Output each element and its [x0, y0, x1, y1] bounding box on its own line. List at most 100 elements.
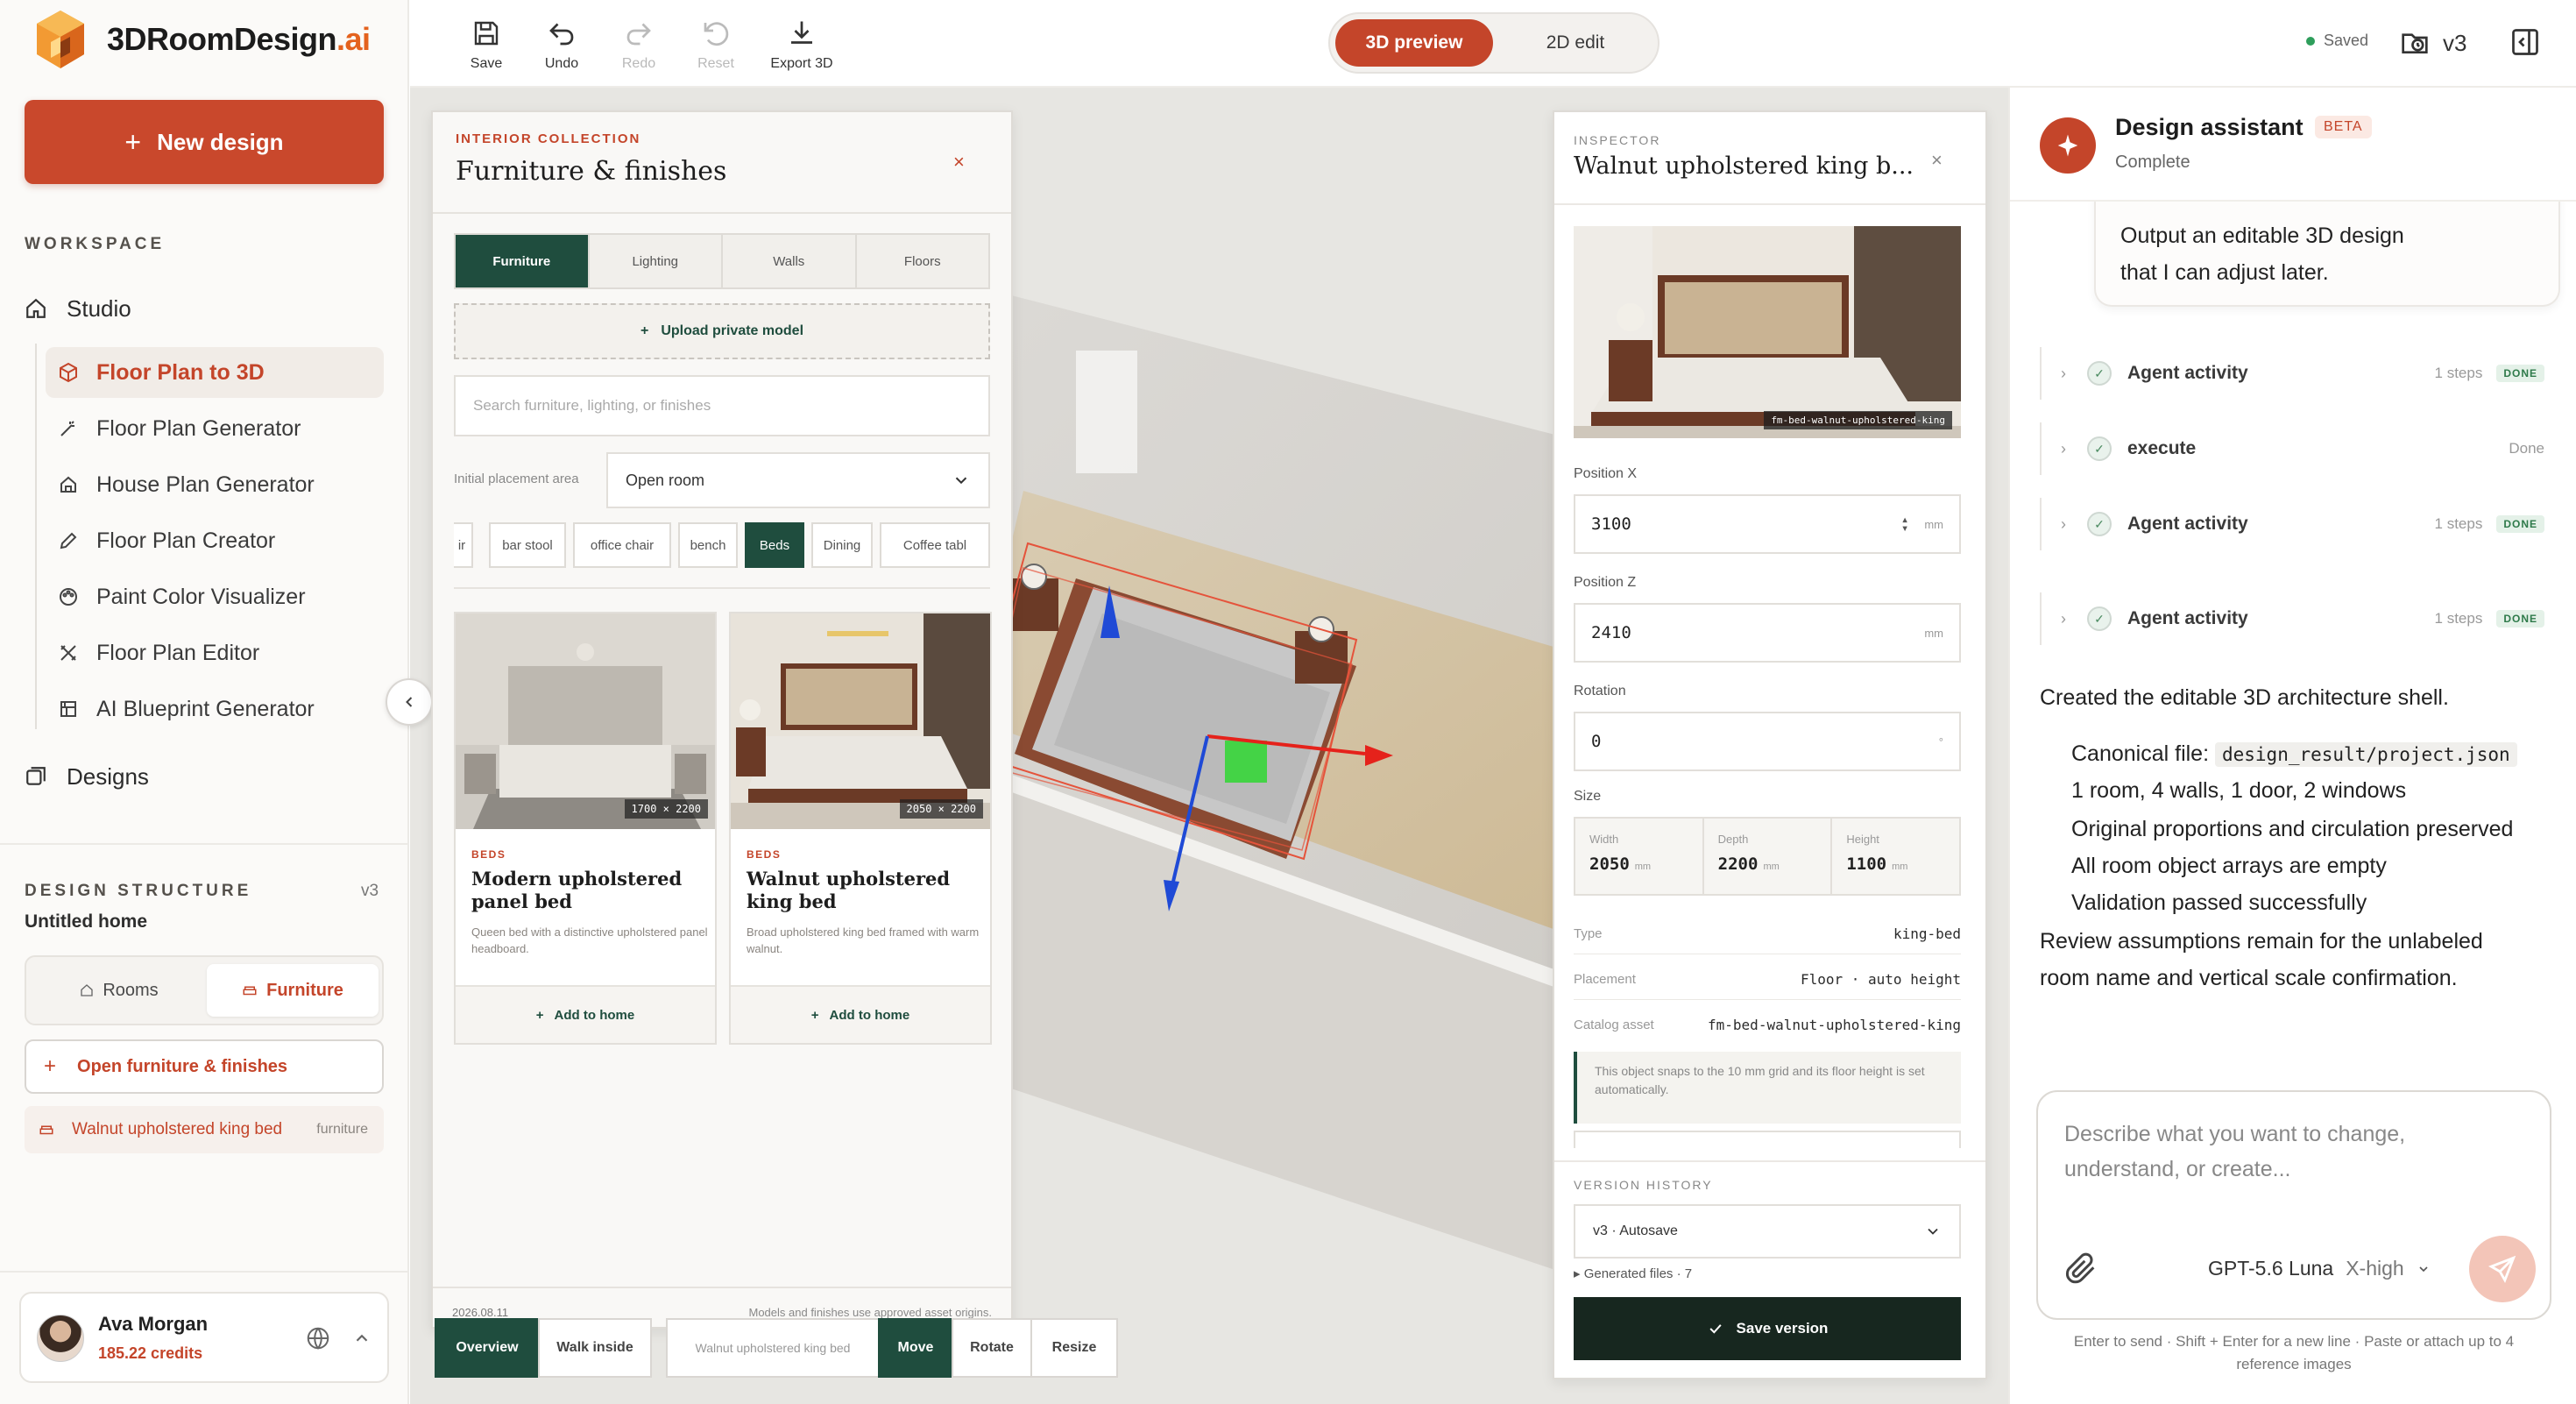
mode-2d-edit[interactable]: 2D edit: [1497, 19, 1654, 67]
chip-coffee-table[interactable]: Coffee tabl: [880, 522, 990, 568]
sidebar-item-floor-plan-generator[interactable]: Floor Plan Generator: [46, 403, 384, 454]
save-button[interactable]: Save: [447, 18, 526, 72]
composer-hint: Enter to send · Shift + Enter for a new …: [2073, 1333, 2515, 1372]
execute-row[interactable]: › ✓ execute Done: [2040, 422, 2544, 475]
chip-office-chair[interactable]: office chair: [573, 522, 671, 568]
sidebar-item-ai-blueprint-generator[interactable]: AI Blueprint Generator: [46, 684, 384, 734]
collapse-sidebar-button[interactable]: [386, 678, 433, 726]
asset-id-tag: fm-bed-walnut-upholstered-king: [1764, 411, 1952, 429]
open-furniture-finishes-button[interactable]: + Open furniture & finishes: [25, 1039, 384, 1094]
globe-icon[interactable]: [305, 1325, 331, 1351]
rotation-input[interactable]: 0 °: [1574, 712, 1961, 771]
save-version-button[interactable]: Save version: [1574, 1297, 1961, 1360]
inspector-divider: [1554, 1160, 1985, 1162]
close-icon[interactable]: ×: [1931, 149, 1943, 172]
catalog-search-input[interactable]: Search furniture, lighting, or finishes: [454, 375, 990, 436]
tab-walls[interactable]: Walls: [723, 235, 857, 287]
rotate-tool-button[interactable]: Rotate: [952, 1318, 1032, 1378]
edit-tools-icon: [60, 645, 76, 661]
upload-private-model-button[interactable]: + Upload private model: [454, 303, 990, 359]
catalog-note: Models and finishes use approved asset o…: [748, 1306, 993, 1319]
export-3d-button[interactable]: Export 3D: [754, 18, 850, 72]
inspector-preview-image: fm-bed-walnut-upholstered-king: [1574, 226, 1961, 438]
done-badge: DONE: [2496, 610, 2544, 628]
chevron-up-icon[interactable]: [352, 1329, 372, 1348]
nav-designs[interactable]: Designs: [25, 755, 149, 798]
nav-studio[interactable]: Studio: [25, 287, 131, 330]
chip-dining[interactable]: Dining: [811, 522, 873, 568]
product-category: BEDS: [747, 848, 782, 861]
toggle-panel-icon[interactable]: [2509, 26, 2541, 58]
row-divider: [1574, 999, 1961, 1000]
send-button[interactable]: [2469, 1236, 2536, 1302]
chip-bar-stool[interactable]: bar stool: [489, 522, 566, 568]
version-history-icon[interactable]: [2397, 25, 2432, 60]
paperclip-icon[interactable]: [2064, 1252, 2099, 1287]
add-to-home-button[interactable]: + Add to home: [456, 985, 715, 1043]
depth-field[interactable]: Depth 2200 mm: [1704, 819, 1833, 894]
sidebar-item-floor-plan-creator[interactable]: Floor Plan Creator: [46, 515, 384, 566]
position-z-input[interactable]: 2410 mm: [1574, 603, 1961, 663]
undo-button[interactable]: Undo: [522, 18, 601, 72]
user-name: Ava Morgan: [98, 1313, 209, 1335]
product-dimensions: 1700 × 2200: [624, 799, 708, 819]
chip-bench[interactable]: bench: [678, 522, 738, 568]
product-card[interactable]: 2050 × 2200 BEDS Walnut upholstered king…: [729, 612, 992, 1045]
product-category: BEDS: [471, 848, 506, 861]
brand-wordmark[interactable]: 3DRoomDesign.ai: [107, 21, 371, 58]
generated-files-toggle[interactable]: ▸ Generated files · 7: [1574, 1266, 1692, 1281]
workspace-label: WORKSPACE: [25, 235, 166, 253]
plus-icon: +: [810, 1007, 819, 1023]
reset-button[interactable]: Reset: [676, 18, 755, 72]
top-toolbar: Save Undo Redo Reset Export 3D 3D previe…: [410, 0, 2576, 88]
version-history-select[interactable]: v3 · Autosave: [1574, 1204, 1961, 1259]
tab-floors[interactable]: Floors: [857, 235, 989, 287]
stepper-icon[interactable]: ▴ ▾: [1901, 514, 1908, 535]
chat-composer[interactable]: Describe what you want to change, unders…: [2036, 1090, 2551, 1320]
overview-button[interactable]: Overview: [435, 1318, 540, 1378]
add-to-home-button[interactable]: + Add to home: [731, 985, 990, 1043]
sidebar-item-house-plan-generator[interactable]: House Plan Generator: [46, 459, 384, 510]
saved-dot-icon: [2306, 36, 2315, 46]
new-design-button[interactable]: + New design: [25, 100, 384, 184]
close-icon[interactable]: ×: [953, 151, 965, 174]
model-selector[interactable]: GPT-5.6 Luna X-high: [2208, 1257, 2431, 1280]
floppy-icon: [474, 21, 499, 46]
resize-tool-button[interactable]: Resize: [1030, 1318, 1118, 1378]
sidebar-item-paint-color-visualizer[interactable]: Paint Color Visualizer: [46, 571, 384, 622]
placement-area-select[interactable]: Open room: [606, 452, 990, 508]
catalog-title: Furniture & finishes: [456, 156, 727, 187]
width-field[interactable]: Width 2050 mm: [1575, 819, 1704, 894]
left-sidebar: 3DRoomDesign.ai + New design WORKSPACE S…: [0, 0, 409, 1404]
chevron-right-icon: ›: [2061, 439, 2066, 457]
agent-activity-row[interactable]: › ✓ Agent activity 1 steps DONE: [2040, 347, 2544, 400]
redo-icon: [626, 23, 651, 46]
position-x-input[interactable]: 3100 ▴ ▾ mm: [1574, 494, 1961, 554]
agent-activity-row[interactable]: › ✓ Agent activity 1 steps DONE: [2040, 498, 2544, 550]
segment-furniture[interactable]: Furniture: [207, 964, 379, 1017]
catalog-asset-row: Catalog asset fm-bed-walnut-upholstered-k…: [1574, 1017, 1961, 1033]
tab-furniture[interactable]: Furniture: [456, 235, 590, 287]
chip-beds[interactable]: Beds: [745, 522, 804, 568]
mode-3d-preview[interactable]: 3D preview: [1335, 19, 1493, 67]
user-card[interactable]: Ava Morgan 185.22 credits: [19, 1292, 389, 1383]
palette-icon: [60, 588, 77, 606]
product-card[interactable]: 1700 × 2200 BEDS Modern upholstered pane…: [454, 612, 717, 1045]
nav-tree-line: [35, 344, 37, 729]
assistant-message-canonical: Canonical file: design_result/project.js…: [2071, 741, 2517, 767]
composer-input[interactable]: Describe what you want to change, unders…: [2064, 1117, 2485, 1187]
chip-chair[interactable]: ir: [454, 522, 473, 568]
structure-item-bed[interactable]: Walnut upholstered king bed furniture: [25, 1106, 384, 1153]
tab-lighting[interactable]: Lighting: [590, 235, 723, 287]
agent-activity-row[interactable]: › ✓ Agent activity 1 steps DONE: [2040, 592, 2544, 645]
blueprint-icon: [60, 701, 76, 717]
redo-button[interactable]: Redo: [599, 18, 678, 72]
move-tool-button[interactable]: Move: [878, 1318, 953, 1378]
height-field[interactable]: Height 1100 mm: [1832, 819, 1959, 894]
segment-rooms[interactable]: Rooms: [33, 964, 205, 1017]
walk-inside-button[interactable]: Walk inside: [538, 1318, 652, 1378]
version-label[interactable]: v3: [2443, 30, 2466, 57]
sidebar-item-floor-plan-editor[interactable]: Floor Plan Editor: [46, 628, 384, 678]
catalog-divider: [433, 212, 1011, 214]
sidebar-item-floor-plan-to-3d[interactable]: Floor Plan to 3D: [46, 347, 384, 398]
